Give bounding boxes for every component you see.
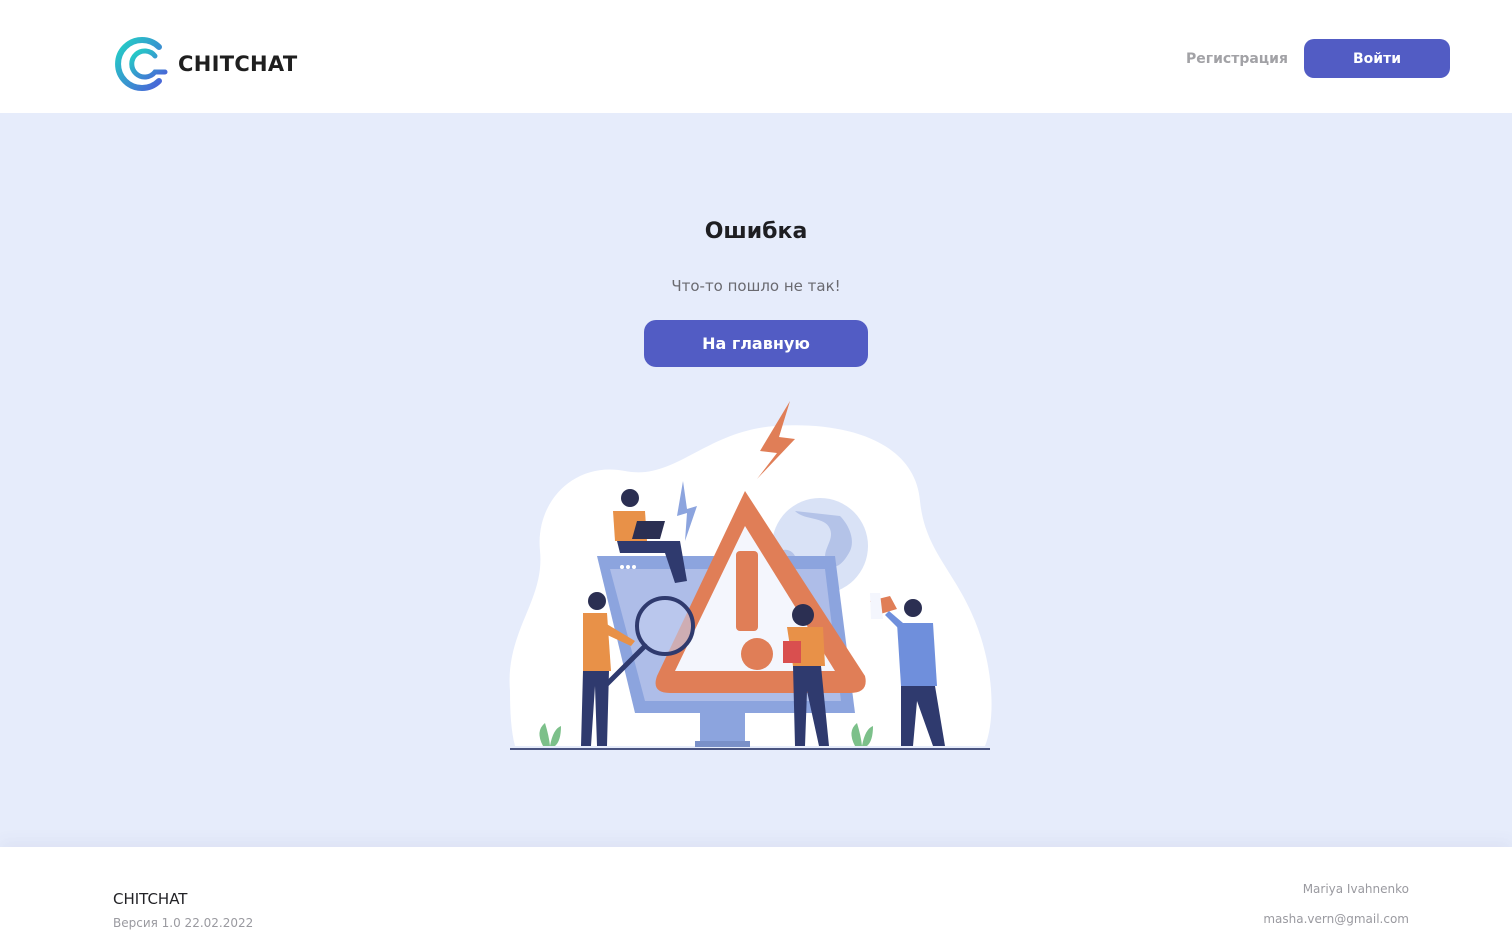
- home-button[interactable]: На главную: [644, 320, 868, 367]
- site-footer: CHITCHAT Версия 1.0 22.02.2022 Mariya Iv…: [0, 847, 1512, 952]
- footer-version: Версия 1.0 22.02.2022: [113, 916, 254, 930]
- footer-email-link[interactable]: masha.vern@gmail.com: [1263, 912, 1409, 926]
- error-title: Ошибка: [704, 219, 808, 244]
- chitchat-logo-icon: [115, 37, 168, 91]
- login-button[interactable]: Войти: [1304, 39, 1450, 78]
- error-section: Ошибка Что-то пошло не так! На главную: [0, 113, 1512, 847]
- footer-author: Mariya Ivahnenko: [1302, 882, 1409, 896]
- error-illustration: [509, 401, 992, 750]
- logo-text: CHITCHAT: [178, 52, 298, 76]
- logo-link[interactable]: CHITCHAT: [115, 34, 297, 94]
- site-header: CHITCHAT Регистрация Войти: [0, 0, 1512, 113]
- register-link[interactable]: Регистрация: [1178, 48, 1296, 70]
- error-message: Что-то пошло не так!: [671, 277, 841, 295]
- footer-brand: CHITCHAT: [113, 890, 188, 908]
